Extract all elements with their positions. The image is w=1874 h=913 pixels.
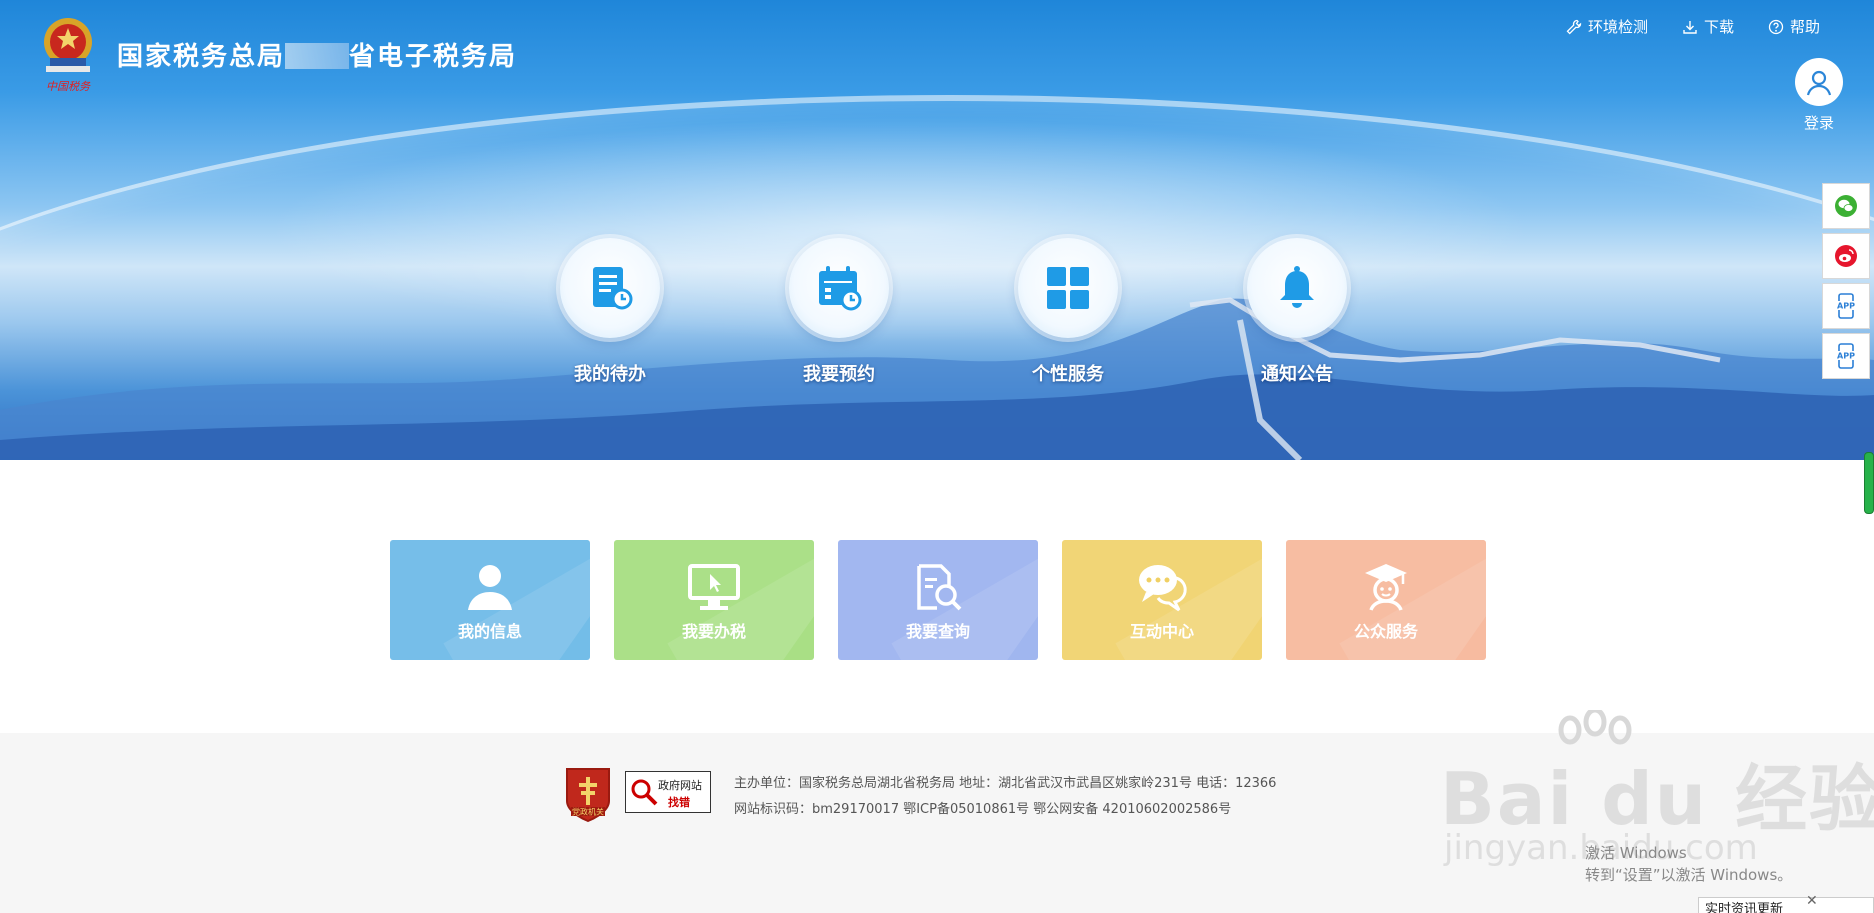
gov-site-error-report-badge[interactable]: 政府网站 找错 — [625, 771, 711, 813]
download-icon — [1683, 20, 1697, 34]
side-app-button-1[interactable]: APP — [1822, 283, 1870, 329]
hero-item-appointment[interactable]: 我要预约 — [769, 238, 909, 386]
tile-public-service[interactable]: 公众服务 — [1286, 540, 1486, 660]
help-icon — [1768, 19, 1784, 34]
document-search-icon — [838, 562, 1038, 612]
activation-line-1: 激活 Windows — [1585, 844, 1687, 862]
hero-item-todo-label: 我的待办 — [574, 364, 646, 385]
footer-info: 主办单位：国家税务总局湖北省税务局 地址：湖北省武汉市武昌区姚家岭231号 电话… — [734, 771, 1276, 823]
tile-interaction-center-label: 互动中心 — [1129, 622, 1194, 641]
svg-text:APP: APP — [1837, 302, 1855, 311]
app-phone-icon: APP — [1835, 343, 1857, 369]
magnifier-icon — [631, 779, 658, 806]
hero-quick-entries: 我的待办 我要预约 个性服务 通知公告 — [540, 238, 1347, 398]
svg-text:党政机关: 党政机关 — [572, 807, 604, 817]
footer-line-2: 网站标识码：bm29170017 鄂ICP备05010861号 鄂公网安备 42… — [734, 802, 1232, 817]
user-icon — [390, 562, 590, 612]
help-label: 帮助 — [1789, 18, 1820, 36]
redacted-province-blur — [285, 43, 350, 69]
svg-text:中国税务: 中国税务 — [46, 80, 91, 93]
tile-public-service-label: 公众服务 — [1353, 622, 1418, 641]
side-toolbar: APP APP — [1822, 183, 1872, 383]
bell-icon — [1247, 238, 1347, 338]
badge2-top-label: 政府网站 — [658, 779, 702, 792]
tile-my-info[interactable]: 我的信息 — [390, 540, 590, 660]
download-label: 下载 — [1703, 18, 1734, 36]
side-app-button-2[interactable]: APP — [1822, 333, 1870, 379]
graduate-icon — [1286, 562, 1486, 612]
scrollbar-thumb[interactable] — [1864, 452, 1874, 514]
tile-my-info-label: 我的信息 — [457, 622, 522, 641]
todo-document-icon — [560, 238, 660, 338]
site-title: 国家税务总局 省电子税务局 — [117, 36, 517, 73]
monitor-cursor-icon — [614, 562, 814, 612]
download-link[interactable]: 下载 — [1682, 16, 1734, 37]
env-check-link[interactable]: 环境检测 — [1566, 16, 1648, 37]
footer: 党政机关 政府网站 找错 主办单位：国家税务总局湖北省税务局 地址：湖北省武汉市… — [0, 733, 1874, 913]
calendar-clock-icon — [789, 238, 889, 338]
tax-emblem-logo: 中国税务 — [44, 18, 92, 93]
site-title-prefix: 国家税务总局 — [117, 42, 286, 72]
tile-tax-handling[interactable]: 我要办税 — [614, 540, 814, 660]
hero-banner: 中国税务 国家税务总局 省电子税务局 环境检测 下载 帮助 登录 我的待办 我要… — [0, 0, 1874, 460]
hero-item-announcements-label: 通知公告 — [1261, 364, 1333, 385]
tile-tax-handling-label: 我要办税 — [681, 622, 746, 641]
weibo-icon — [1835, 245, 1857, 267]
login-button[interactable]: 登录 — [1792, 58, 1846, 133]
news-notification-popup[interactable]: 实时资讯更新 — [1698, 897, 1874, 913]
tile-interaction-center[interactable]: 互动中心 — [1062, 540, 1262, 660]
tile-query[interactable]: 我要查询 — [838, 540, 1038, 660]
app-phone-icon: APP — [1835, 293, 1857, 319]
notification-text: 实时资讯更新 — [1705, 902, 1784, 913]
side-wechat-button[interactable] — [1822, 183, 1870, 229]
footer-line-1: 主办单位：国家税务总局湖北省税务局 地址：湖北省武汉市武昌区姚家岭231号 电话… — [734, 776, 1277, 791]
party-gov-badge[interactable]: 党政机关 — [563, 765, 613, 823]
top-links: 环境检测 下载 帮助 — [1566, 16, 1820, 37]
close-icon[interactable]: ✕ — [1806, 893, 1818, 909]
svg-text:APP: APP — [1837, 352, 1855, 361]
hero-item-personal-service-label: 个性服务 — [1032, 364, 1104, 385]
activation-line-2: 转到“设置”以激活 Windows。 — [1585, 866, 1793, 884]
user-avatar-icon — [1795, 58, 1843, 106]
side-weibo-button[interactable] — [1822, 233, 1870, 279]
hero-item-announcements[interactable]: 通知公告 — [1227, 238, 1367, 386]
chat-bubbles-icon — [1062, 562, 1262, 612]
tile-query-label: 我要查询 — [905, 622, 970, 641]
site-title-suffix: 省电子税务局 — [349, 42, 518, 72]
login-label: 登录 — [1803, 114, 1834, 132]
hero-item-appointment-label: 我要预约 — [803, 364, 875, 385]
env-check-label: 环境检测 — [1587, 18, 1648, 36]
hero-item-todo[interactable]: 我的待办 — [540, 238, 680, 386]
wrench-icon — [1566, 19, 1582, 34]
grid-icon — [1018, 238, 1118, 338]
windows-activation-notice: 激活 Windows 转到“设置”以激活 Windows。 — [1585, 842, 1792, 886]
badge2-bottom-label: 找错 — [668, 796, 690, 809]
help-link[interactable]: 帮助 — [1768, 16, 1820, 37]
hero-item-personal-service[interactable]: 个性服务 — [998, 238, 1138, 386]
service-tiles: 我的信息 我要办税 我要查询 互动中心 公众服务 — [390, 540, 1490, 660]
wechat-icon — [1835, 195, 1857, 217]
